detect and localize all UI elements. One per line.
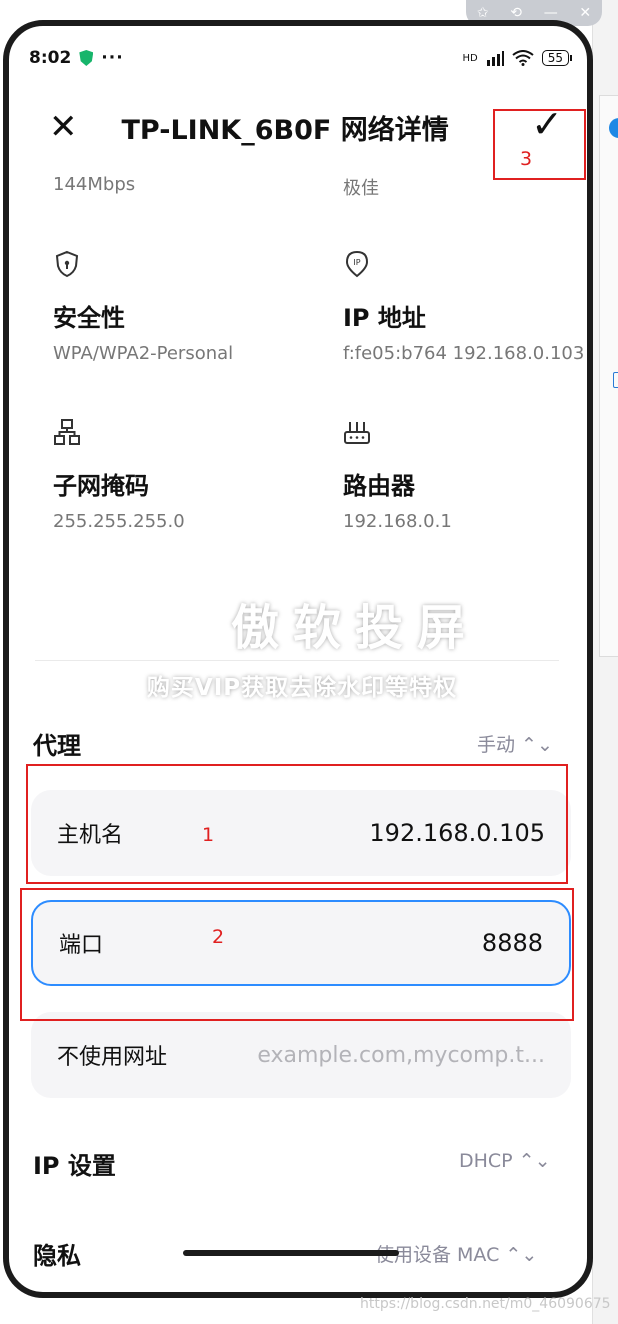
ip-value: f:fe05:b764 192.168.0.103 [343,343,585,364]
security-title: 安全性 [53,304,125,332]
annotation-label-1: 1 [202,824,215,846]
link-speed-value: 144Mbps [53,174,136,195]
status-bar: 8:02 ··· HD 55 [29,44,573,72]
watermark: 傲软投屏 购买VIP获取去除水印等特权 [102,588,502,702]
subnet-item: 子网掩码 255.255.255.0 [53,418,185,532]
proxy-mode-select[interactable]: 手动 ⌃⌄ [477,730,553,757]
watermark-big-text: 傲软投屏 [230,600,479,656]
wifi-icon [512,50,534,66]
svg-text:IP: IP [353,258,360,267]
status-time: 8:02 [29,48,72,68]
status-right: HD 55 [462,50,573,66]
security-value: WPA/WPA2-Personal [53,343,234,364]
router-value: 192.168.0.1 [343,511,452,532]
ip-item: IP IP 地址 f:fe05:b764 192.168.0.103 [343,250,584,364]
close-icon[interactable]: ✕ [49,110,78,144]
security-item: 安全性 WPA/WPA2-Personal [53,250,233,364]
minimize-icon[interactable]: — [544,5,558,21]
page-header: ✕ TP-LINK_6B0F 网络详情 ✓ [49,102,563,150]
ip-location-icon: IP [345,250,369,278]
restore-icon[interactable]: ⟲ [510,5,522,21]
proxy-title: 代理 [33,732,81,760]
more-notifications-icon: ··· [101,48,124,68]
ip-settings-select[interactable]: DHCP ⌃⌄ [459,1150,551,1172]
bypass-input[interactable]: example.com,mycomp.t... [257,1043,545,1068]
hd-badge: HD [462,52,478,64]
bypass-label: 不使用网址 [57,1045,168,1070]
watermark-small-text: 购买VIP获取去除水印等特权 [146,675,458,701]
watermark-logo-icon [126,601,219,645]
ip-settings-title: IP 设置 [33,1152,116,1180]
privacy-select[interactable]: 使用设备 MAC ⌃⌄ [375,1240,537,1267]
annotation-label-3: 3 [520,148,533,170]
home-indicator[interactable] [183,1250,399,1256]
desktop-background [592,0,618,1324]
csdn-watermark: https://blog.csdn.net/m0_46090675 [360,1296,611,1312]
bypass-field[interactable]: 不使用网址 example.com,mycomp.t... [31,1012,571,1098]
ip-title: IP 地址 [343,304,426,332]
router-title: 路由器 [343,472,415,500]
battery-icon: 55 [541,50,573,66]
subnet-title: 子网掩码 [53,472,149,500]
privacy-title: 隐私 [33,1242,81,1270]
annotation-box-3 [493,109,586,180]
signal-strength-value: 极佳 [343,178,379,199]
annotation-label-2: 2 [212,926,225,948]
shield-lock-icon [55,250,79,278]
subnet-value: 255.255.255.0 [53,511,185,532]
close-window-icon[interactable]: ✕ [579,5,591,21]
router-item: 路由器 192.168.0.1 [343,418,452,532]
page-title: TP-LINK_6B0F 网络详情 [121,114,449,146]
pin-icon[interactable]: ✩ [477,5,489,21]
annotation-box-2 [20,888,574,1021]
watermark-brand: 傲软投屏 [102,588,502,658]
annotation-box-1 [26,764,568,884]
router-icon [344,422,370,444]
window-icon[interactable] [613,372,618,388]
network-topology-icon [54,419,80,445]
shield-icon [79,50,94,66]
signal-icon [486,51,504,66]
